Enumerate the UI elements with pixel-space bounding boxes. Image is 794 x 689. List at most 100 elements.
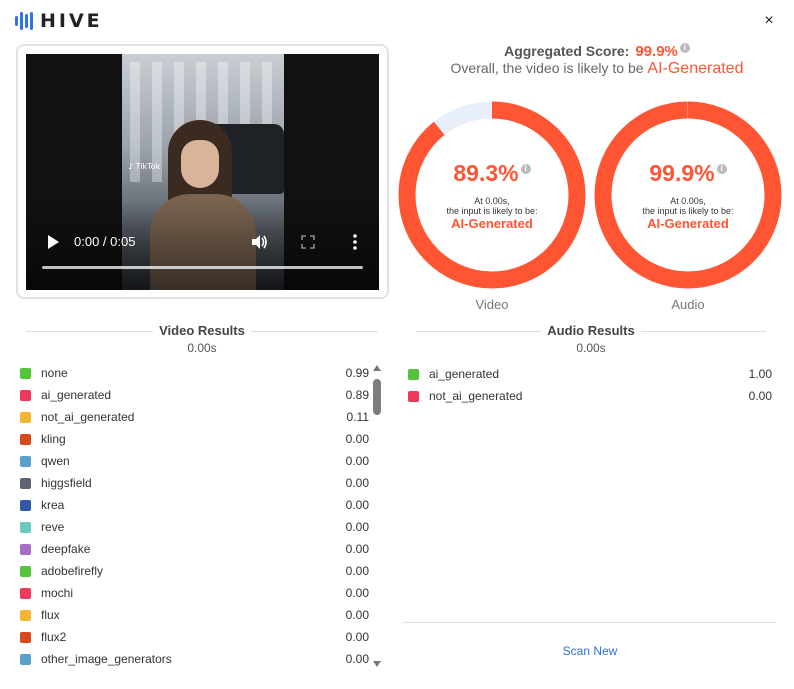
result-label: deepfake [41,542,91,556]
hive-logo-icon [15,11,33,31]
result-row: adobefirefly 0.00 [20,560,369,582]
play-icon[interactable] [46,234,60,250]
video-ring-label: Video [475,297,509,312]
result-label: not_ai_generated [429,389,523,403]
info-icon[interactable]: i [716,164,727,174]
result-row: flux2 0.00 [20,626,369,648]
video-note-line2: the input is likely to be: [446,206,538,216]
color-swatch [20,543,31,555]
video-note-line1: At 0.00s, [474,196,510,206]
volume-icon[interactable] [250,233,268,251]
result-value: 0.00 [748,389,772,403]
result-label: higgsfield [41,476,92,490]
result-label: ai_generated [41,388,112,402]
result-value: 0.00 [345,586,369,600]
color-swatch [20,411,31,423]
result-row: not_ai_generated 0.00 [408,385,772,407]
result-label: other_image_generators [41,652,172,666]
video-results-list: none 0.99 ai_generated 0.89 not_ai_generated… [20,362,370,670]
scroll-thumb[interactable] [373,379,381,415]
result-value: 0.00 [345,454,369,468]
video-card: ♪ TikTok 0:00 / 0:05 [16,44,389,299]
result-row: qwen 0.00 [20,450,369,472]
color-swatch [408,368,419,380]
result-label: mochi [41,586,74,600]
video-results-title: Video Results [153,323,251,338]
result-label: flux2 [41,630,67,644]
audio-note-line1: At 0.00s, [670,196,706,206]
divider [403,622,776,623]
result-label: flux [41,608,60,622]
color-swatch [20,653,31,665]
color-swatch [20,455,31,467]
result-value: 1.00 [748,367,772,381]
audio-note-line2: the input is likely to be: [642,206,734,216]
video-progress-bar[interactable] [42,266,363,269]
audio-results-list: ai_generated 1.00 not_ai_generated 0.00 [408,363,772,411]
result-value: 0.00 [345,476,369,490]
video-player[interactable]: ♪ TikTok 0:00 / 0:05 [26,54,379,290]
audio-results-header: Audio Results [416,323,766,339]
result-value: 0.00 [345,630,369,644]
scroll-down-icon[interactable] [373,661,381,667]
color-swatch [20,609,31,621]
result-label: kling [41,432,66,446]
result-row: higgsfield 0.00 [20,472,369,494]
video-score-pct: 89.3% [453,160,519,186]
scan-new-button[interactable]: Scan New [540,644,640,658]
audio-results-title: Audio Results [541,323,641,338]
result-row: deepfake 0.00 [20,538,369,560]
result-label: krea [41,498,65,512]
video-results-time: 0.00s [187,341,217,355]
result-row: none 0.99 [20,362,369,384]
audio-ring-label: Audio [671,297,705,312]
fullscreen-icon[interactable] [301,235,315,249]
brand-name: HIVE [40,10,103,32]
result-value: 0.00 [345,432,369,446]
tiktok-watermark: ♪ TikTok [128,162,161,171]
audio-score-pct: 99.9% [649,160,715,186]
result-row: reve 0.00 [20,516,369,538]
color-swatch [20,565,31,577]
aggregated-score: Aggregated Score: 99.9% i [400,43,794,60]
result-row: ai_generated 1.00 [408,363,772,385]
result-label: ai_generated [429,367,500,381]
hive-logo: HIVE [15,10,103,32]
color-swatch [20,499,31,511]
color-swatch [408,390,419,402]
result-label: not_ai_generated [41,410,135,424]
summary-verdict: AI-Generated [647,60,744,77]
result-row: mochi 0.00 [20,582,369,604]
result-label: adobefirefly [41,564,104,578]
video-results-scrollbar[interactable] [371,365,383,667]
scroll-up-icon[interactable] [373,365,381,371]
result-value: 0.00 [345,542,369,556]
color-swatch [20,367,31,379]
color-swatch [20,587,31,599]
video-score-ring: 89.3% i At 0.00s, the input is likely to … [397,100,587,290]
info-icon[interactable]: i [679,43,690,53]
more-options-icon[interactable] [348,233,362,251]
result-value: 0.99 [345,366,369,380]
summary-prefix: Overall, the video is likely to be [450,60,644,76]
result-value: 0.00 [345,520,369,534]
video-results-header: Video Results [26,323,378,339]
audio-score-ring: 99.9% i At 0.00s, the input is likely to … [593,100,783,290]
audio-results-time: 0.00s [576,341,606,355]
result-row: kling 0.00 [20,428,369,450]
result-row: krea 0.00 [20,494,369,516]
result-value: 0.11 [346,410,369,424]
result-value: 0.89 [345,388,369,402]
color-swatch [20,521,31,533]
close-icon[interactable]: × [758,10,780,32]
info-icon[interactable]: i [520,164,531,174]
audio-verdict: AI-Generated [647,216,729,231]
color-swatch [20,389,31,401]
result-label: qwen [41,454,70,468]
result-value: 0.00 [345,564,369,578]
result-value: 0.00 [345,608,369,622]
video-verdict: AI-Generated [451,216,533,231]
video-time: 0:00 / 0:05 [74,234,136,249]
aggregated-summary: Overall, the video is likely to be AI-Ge… [400,60,794,78]
result-label: none [41,366,68,380]
